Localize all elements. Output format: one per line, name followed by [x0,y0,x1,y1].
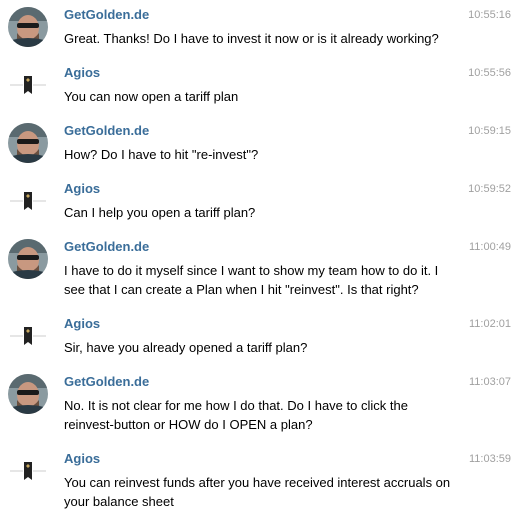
message-timestamp: 11:02:01 [468,318,511,330]
message-text: I have to do it myself since I want to s… [64,263,439,297]
user-avatar[interactable] [8,123,48,163]
agios-logo-avatar[interactable] [8,181,48,221]
user-avatar[interactable] [8,374,48,414]
sender-name[interactable]: GetGolden.de [64,123,149,139]
message-timestamp: 10:55:56 [468,67,511,79]
message-text: No. It is not clear for me how I do that… [64,398,408,432]
message-timestamp: 10:59:52 [468,183,511,195]
sender-name[interactable]: Agios [64,316,100,332]
sender-name[interactable]: GetGolden.de [64,7,149,23]
user-avatar[interactable] [8,7,48,47]
chat-history: GetGolden.de 10:55:16 Great. Thanks! Do … [0,0,529,519]
sender-name[interactable]: GetGolden.de [64,374,149,390]
message-text: Sir, have you already opened a tariff pl… [64,340,308,355]
message-text: Great. Thanks! Do I have to invest it no… [64,31,439,46]
message-text: You can reinvest funds after you have re… [64,475,451,509]
sender-name[interactable]: GetGolden.de [64,239,149,255]
user-avatar[interactable] [8,239,48,279]
agios-logo-avatar[interactable] [8,451,48,491]
message-timestamp: 10:59:15 [468,125,511,137]
message-timestamp: 10:55:16 [468,9,511,21]
agios-logo-avatar[interactable] [8,65,48,105]
message-timestamp: 11:00:49 [468,241,511,253]
message-timestamp: 11:03:59 [468,453,511,465]
message-text: How? Do I have to hit "re-invest"? [64,147,259,162]
sender-name[interactable]: Agios [64,65,100,81]
message-text: You can now open a tariff plan [64,89,239,104]
sender-name[interactable]: Agios [64,451,100,467]
agios-logo-avatar[interactable] [8,316,48,356]
sender-name[interactable]: Agios [64,181,100,197]
message-timestamp: 11:03:07 [468,376,511,388]
message-text: Can I help you open a tariff plan? [64,205,256,220]
